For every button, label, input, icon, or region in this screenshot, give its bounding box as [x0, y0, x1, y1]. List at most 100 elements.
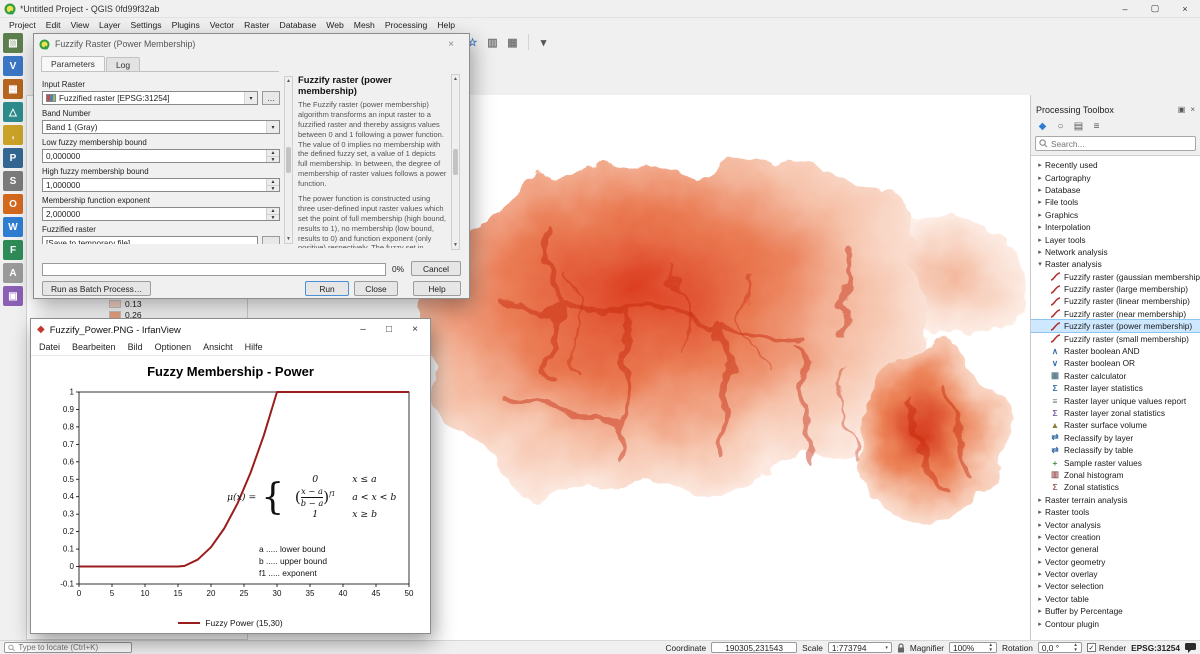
panel-float-icon[interactable]: ▣: [1178, 105, 1186, 114]
toolbox-algorithm[interactable]: ⇄Reclassify by layer: [1031, 432, 1200, 444]
locator-box[interactable]: [4, 642, 132, 653]
layout-manager[interactable]: ▦: [503, 33, 522, 52]
menu-vector[interactable]: Vector: [205, 20, 239, 30]
toolbox-group[interactable]: ▸Database: [1031, 184, 1200, 196]
add-oracle-layer[interactable]: O: [3, 194, 23, 214]
add-arcgis-layer[interactable]: A: [3, 263, 23, 283]
menu-processing[interactable]: Processing: [380, 20, 433, 30]
batch-process-button[interactable]: Run as Batch Process…: [42, 281, 151, 296]
toolbox-group[interactable]: ▸Contour plugin: [1031, 617, 1200, 629]
toolbox-group[interactable]: ▸Raster tools: [1031, 506, 1200, 518]
toolbox-group[interactable]: ▾Raster analysis: [1031, 258, 1200, 270]
close-button[interactable]: ×: [1170, 0, 1200, 17]
toolbox-algorithm[interactable]: ∧Raster boolean AND: [1031, 345, 1200, 357]
iv-menu-hilfe[interactable]: Hilfe: [239, 342, 269, 352]
locator-input[interactable]: [18, 643, 128, 652]
toolbox-algorithm[interactable]: Fuzzify raster (large membership): [1031, 283, 1200, 295]
toolbox-group[interactable]: ▸Recently used: [1031, 159, 1200, 171]
menu-settings[interactable]: Settings: [126, 20, 167, 30]
coordinate-value[interactable]: 190305,231543: [711, 642, 797, 653]
toolbox-algorithm[interactable]: Fuzzify raster (linear membership): [1031, 295, 1200, 307]
menu-database[interactable]: Database: [274, 20, 321, 30]
toolbox-group[interactable]: ▸Network analysis: [1031, 246, 1200, 258]
toolbox-algorithm[interactable]: Fuzzify raster (small membership): [1031, 332, 1200, 344]
menu-project[interactable]: Project: [4, 20, 41, 30]
toolbox-group[interactable]: ▸Cartography: [1031, 171, 1200, 183]
help-scrollbar[interactable]: ▲▼: [451, 74, 460, 250]
menu-plugins[interactable]: Plugins: [167, 20, 205, 30]
add-vector-layer[interactable]: V: [3, 56, 23, 76]
toolbox-group[interactable]: ▸Vector overlay: [1031, 568, 1200, 580]
toolbox-algorithm[interactable]: ΣZonal statistics: [1031, 481, 1200, 493]
browse-button[interactable]: …: [262, 236, 280, 244]
spin-field[interactable]: 1,000000▲▼: [42, 178, 280, 192]
maximize-button[interactable]: ▢: [1140, 0, 1170, 17]
toolbox-group[interactable]: ▸Vector analysis: [1031, 518, 1200, 530]
toolbar-overflow[interactable]: ▾: [534, 33, 553, 52]
iv-menu-bearbeiten[interactable]: Bearbeiten: [66, 342, 122, 352]
toolbox-algorithm[interactable]: Fuzzify raster (power membership): [1031, 320, 1200, 332]
toolbox-group[interactable]: ▸File tools: [1031, 196, 1200, 208]
add-raster-layer[interactable]: ▦: [3, 79, 23, 99]
toolbox-group[interactable]: ▸Layer tools: [1031, 233, 1200, 245]
new-layout[interactable]: ▥: [483, 33, 502, 52]
close-dialog-button[interactable]: Close: [354, 281, 398, 296]
layer-legend-item[interactable]: 0.13: [27, 298, 247, 309]
magnifier-spin[interactable]: 100%▲▼: [949, 642, 997, 653]
menu-mesh[interactable]: Mesh: [349, 20, 380, 30]
iv-close-button[interactable]: ×: [402, 319, 428, 339]
toolbox-group[interactable]: ▸Raster terrain analysis: [1031, 494, 1200, 506]
toolbox-algorithm[interactable]: ▦Raster calculator: [1031, 370, 1200, 382]
text-field[interactable]: [Save to temporary file]: [42, 236, 258, 244]
toolbox-algorithm[interactable]: ⇄Reclassify by table: [1031, 444, 1200, 456]
help-button[interactable]: Help: [413, 281, 461, 296]
spin-field[interactable]: 0,000000▲▼: [42, 149, 280, 163]
add-mesh-layer[interactable]: △: [3, 102, 23, 122]
add-wfs-layer[interactable]: F: [3, 240, 23, 260]
menu-web[interactable]: Web: [321, 20, 349, 30]
toolbox-algorithm[interactable]: ▲Raster surface volume: [1031, 419, 1200, 431]
toolbox-group[interactable]: ▸Buffer by Percentage: [1031, 605, 1200, 617]
toolbox-group[interactable]: ▸Graphics: [1031, 209, 1200, 221]
menu-layer[interactable]: Layer: [94, 20, 126, 30]
form-scrollbar[interactable]: ▲▼: [284, 76, 293, 244]
toolbox-group[interactable]: ▸Vector geometry: [1031, 556, 1200, 568]
toolbox-group[interactable]: ▸Vector general: [1031, 543, 1200, 555]
toolbox-algorithm[interactable]: Fuzzify raster (near membership): [1031, 308, 1200, 320]
models-icon[interactable]: ◆: [1035, 119, 1050, 134]
toolbox-algorithm[interactable]: ≡Raster layer unique values report: [1031, 394, 1200, 406]
toolbox-search-input[interactable]: [1051, 139, 1192, 149]
toolbox-group[interactable]: ▸Vector table: [1031, 593, 1200, 605]
cancel-button[interactable]: Cancel: [411, 261, 461, 276]
iv-menu-datei[interactable]: Datei: [33, 342, 66, 352]
tab-parameters[interactable]: Parameters: [41, 56, 105, 71]
results-viewer-icon[interactable]: ▤: [1071, 119, 1086, 134]
add-virtual-layer[interactable]: ▣: [3, 286, 23, 306]
combo-field[interactable]: Band 1 (Gray)▾: [42, 120, 280, 134]
toolbox-search[interactable]: [1035, 136, 1196, 151]
add-postgis-layer[interactable]: P: [3, 148, 23, 168]
toolbox-group[interactable]: ▸Interpolation: [1031, 221, 1200, 233]
run-button[interactable]: Run: [305, 281, 349, 296]
iv-menu-bild[interactable]: Bild: [122, 342, 149, 352]
tab-log[interactable]: Log: [106, 57, 140, 71]
add-spatialite-layer[interactable]: S: [3, 171, 23, 191]
rotation-spin[interactable]: 0,0 °▲▼: [1038, 642, 1082, 653]
toolbox-algorithm[interactable]: ∨Raster boolean OR: [1031, 357, 1200, 369]
add-delimited-text-layer[interactable]: ,: [3, 125, 23, 145]
lock-scale-icon[interactable]: [897, 643, 905, 653]
toolbox-algorithm[interactable]: ΣRaster layer zonal statistics: [1031, 407, 1200, 419]
minimize-button[interactable]: –: [1110, 0, 1140, 17]
scale-combo[interactable]: 1:773794▾: [828, 642, 892, 653]
options-icon[interactable]: ≡: [1089, 119, 1104, 134]
history-icon[interactable]: ○: [1053, 119, 1068, 134]
iv-minimize-button[interactable]: –: [350, 319, 376, 339]
combo-field[interactable]: Fuzzified raster [EPSG:31254]▾: [42, 91, 258, 105]
spin-field[interactable]: 2,000000▲▼: [42, 207, 280, 221]
menu-edit[interactable]: Edit: [41, 20, 66, 30]
iv-maximize-button[interactable]: □: [376, 319, 402, 339]
menu-view[interactable]: View: [66, 20, 94, 30]
toolbox-group[interactable]: ▸Vector creation: [1031, 531, 1200, 543]
toolbox-algorithm[interactable]: ▥Zonal histogram: [1031, 469, 1200, 481]
toolbox-group[interactable]: ▸Vector selection: [1031, 580, 1200, 592]
